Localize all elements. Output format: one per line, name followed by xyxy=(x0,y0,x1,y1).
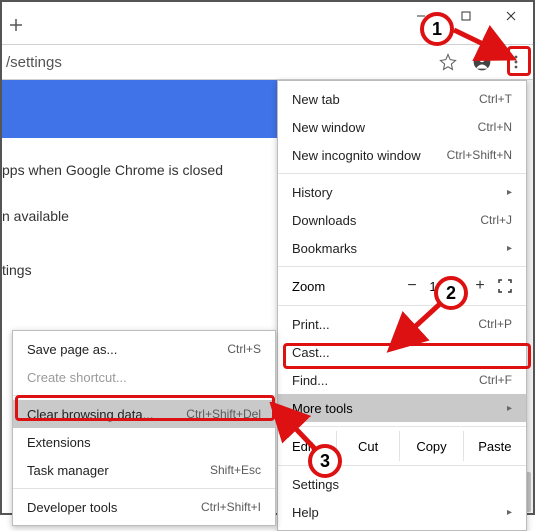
page-text: tings xyxy=(2,262,32,278)
menu-find[interactable]: Find...Ctrl+F xyxy=(278,366,526,394)
menu-help[interactable]: Help xyxy=(278,498,526,526)
menu-bookmarks[interactable]: Bookmarks xyxy=(278,234,526,262)
menu-new-window[interactable]: New windowCtrl+N xyxy=(278,113,526,141)
minimize-button[interactable] xyxy=(398,2,443,30)
page-text: n available xyxy=(2,208,69,224)
more-tools-submenu: Save page as...Ctrl+S Create shortcut...… xyxy=(12,330,276,526)
maximize-button[interactable] xyxy=(443,2,488,30)
chrome-main-menu: New tabCtrl+T New windowCtrl+N New incog… xyxy=(277,80,527,531)
address-bar: /settings xyxy=(2,44,533,80)
menu-new-tab[interactable]: New tabCtrl+T xyxy=(278,85,526,113)
edit-paste-button[interactable]: Paste xyxy=(463,431,526,461)
menu-separator xyxy=(278,465,526,466)
menu-zoom-row: Zoom − 100% + xyxy=(278,271,526,301)
menu-new-incognito[interactable]: New incognito windowCtrl+Shift+N xyxy=(278,141,526,169)
zoom-in-button[interactable]: + xyxy=(468,277,492,295)
zoom-label: Zoom xyxy=(292,279,400,294)
page-text: pps when Google Chrome is closed xyxy=(2,162,223,178)
edit-copy-button[interactable]: Copy xyxy=(399,431,462,461)
zoom-value: 100% xyxy=(424,279,468,294)
menu-more-tools[interactable]: More tools xyxy=(278,394,526,422)
submenu-task-manager[interactable]: Task managerShift+Esc xyxy=(13,456,275,484)
window-controls xyxy=(398,2,533,30)
menu-downloads[interactable]: DownloadsCtrl+J xyxy=(278,206,526,234)
zoom-out-button[interactable]: − xyxy=(400,277,424,295)
kebab-menu-icon[interactable] xyxy=(499,54,533,70)
submenu-extensions[interactable]: Extensions xyxy=(13,428,275,456)
menu-separator xyxy=(278,266,526,267)
submenu-create-shortcut: Create shortcut... xyxy=(13,363,275,391)
submenu-save-page[interactable]: Save page as...Ctrl+S xyxy=(13,335,275,363)
menu-history[interactable]: History xyxy=(278,178,526,206)
fullscreen-icon[interactable] xyxy=(492,279,518,293)
submenu-clear-browsing-data[interactable]: Clear browsing data...Ctrl+Shift+Del xyxy=(13,400,275,428)
menu-separator xyxy=(13,395,275,396)
menu-separator xyxy=(278,173,526,174)
url-field[interactable]: /settings xyxy=(2,54,431,71)
bookmark-star-icon[interactable] xyxy=(431,53,465,71)
menu-separator xyxy=(278,426,526,427)
profile-avatar-icon[interactable] xyxy=(465,52,499,72)
menu-edit-row: Edit Cut Copy Paste xyxy=(278,431,526,461)
menu-settings[interactable]: Settings xyxy=(278,470,526,498)
edit-label: Edit xyxy=(278,431,336,461)
edit-cut-button[interactable]: Cut xyxy=(336,431,399,461)
menu-separator xyxy=(13,488,275,489)
close-button[interactable] xyxy=(488,2,533,30)
menu-print[interactable]: Print...Ctrl+P xyxy=(278,310,526,338)
new-tab-button[interactable] xyxy=(2,11,30,39)
menu-cast[interactable]: Cast... xyxy=(278,338,526,366)
submenu-developer-tools[interactable]: Developer toolsCtrl+Shift+I xyxy=(13,493,275,521)
menu-separator xyxy=(278,305,526,306)
